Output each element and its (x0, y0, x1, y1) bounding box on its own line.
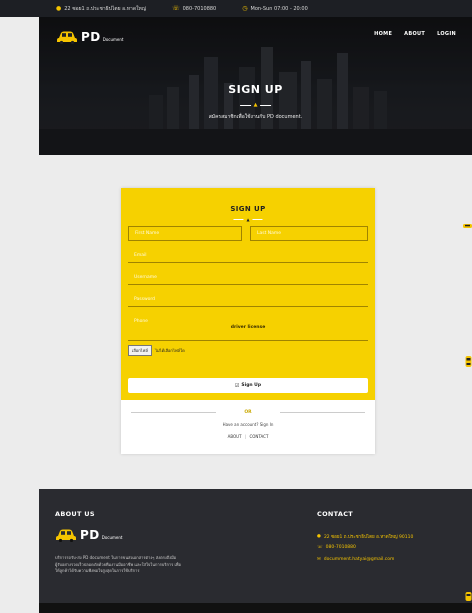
divider-line-left (233, 219, 244, 220)
taxi-car-icon (465, 592, 472, 601)
divider-line-right (252, 219, 263, 220)
divider-line-right (260, 104, 272, 106)
contact-phone[interactable]: ☏ 080-7010880 (317, 545, 356, 550)
hero-title: SIGN UP (228, 83, 283, 96)
site-footer: ABOUT US PD Document บริการรถรับ-ส่ง PD … (39, 489, 472, 613)
hero-subtitle: สมัครสมาชิกเพื่อใช้งานกับ PD document. (208, 114, 303, 120)
topbar-address-text: 22 ซอย1 ถ.ประชาธิปไตย อ.หาดใหญ่ (64, 5, 147, 12)
footer-logo: PD Document (55, 528, 123, 542)
contact-email-text: documment.hatyai@gmail.com (323, 557, 395, 562)
sign-up-button-label: Sign Up (241, 383, 262, 388)
file-status-text: ไม่ได้เลือกไฟล์ใด (154, 348, 185, 353)
signup-card: SIGN UP ▲ First Name Last Name Email Use… (121, 188, 375, 454)
topbar-address: ● 22 ซอย1 ถ.ประชาธิปไตย อ.หาดใหญ่ (56, 5, 146, 13)
about-us-heading: ABOUT US (55, 510, 95, 518)
password-input[interactable]: Password (128, 292, 368, 307)
contact-heading: CONTACT (317, 510, 353, 518)
or-label: OR (244, 410, 252, 415)
contact-address: ● 22 ซอย1 ถ.ประชาธิปไตย อ.หาดใหญ่ 90110 (317, 533, 413, 540)
email-input[interactable]: Email (128, 248, 368, 263)
sign-up-button[interactable]: ☑ Sign Up (128, 378, 368, 393)
phone-icon: ☏ (317, 545, 323, 550)
or-line-right (279, 412, 366, 413)
top-info-bar: ● 22 ซอย1 ถ.ประชาธิปไตย อ.หาดใหญ่ ☏ 080-… (0, 0, 472, 17)
header-logo[interactable]: PD Document (56, 30, 124, 44)
nav-about-link[interactable]: ABOUT (404, 31, 425, 37)
topbar-phone: ☏ 080-7010880 (172, 5, 216, 12)
footer-bottom-strip (39, 603, 472, 613)
phone-icon: ☏ (172, 5, 180, 12)
divider-line-left (239, 104, 251, 106)
about-us-text: บริการรถรับ-ส่ง PD document ในการขนส่งเอ… (55, 555, 181, 574)
last-name-input[interactable]: Last Name (250, 226, 368, 241)
form-title: SIGN UP (230, 205, 266, 213)
hero-banner: PD Document HOME ABOUT LOGIN SIGN UP ▲ ส… (39, 17, 472, 155)
topbar-hours: ◷ Mon-Sun 07:00 - 20:00 (242, 5, 308, 12)
driver-license-label: driver license (230, 325, 266, 330)
taxi-car-icon (57, 31, 77, 44)
checkbox-icon: ☑ (234, 382, 240, 389)
sign-in-link[interactable]: Have an account? Sign In (121, 422, 375, 427)
clock-icon: ◷ (242, 5, 248, 12)
username-input[interactable]: Username (128, 270, 368, 285)
form-divider: ▲ (233, 217, 263, 222)
signup-form: SIGN UP ▲ First Name Last Name Email Use… (121, 188, 375, 400)
brand-tagline: Document (101, 534, 123, 540)
main-nav: HOME ABOUT LOGIN (374, 31, 456, 37)
link-separator: | (244, 434, 247, 439)
license-divider (128, 340, 368, 341)
car-divider-icon: ▲ (246, 217, 250, 222)
brand-name: PD (80, 528, 100, 542)
location-pin-icon: ● (317, 534, 321, 539)
choose-file-button[interactable]: เลือกไฟล์ (128, 345, 152, 356)
contact-address-text: 22 ซอย1 ถ.ประชาธิปไตย อ.หาดใหญ่ 90110 (323, 535, 414, 540)
brand-name: PD (81, 30, 101, 44)
card-bottom-links: ABOUT | CONTACT (121, 434, 375, 439)
contact-link[interactable]: CONTACT (249, 434, 268, 439)
nav-login-link[interactable]: LOGIN (437, 31, 456, 37)
or-line-left (131, 412, 217, 413)
contact-email[interactable]: ✉ documment.hatyai@gmail.com (317, 557, 394, 562)
contact-phone-text: 080-7010880 (325, 545, 356, 550)
location-pin-icon: ● (56, 5, 62, 12)
topbar-hours-text: Mon-Sun 07:00 - 20:00 (250, 5, 308, 12)
about-link[interactable]: ABOUT (228, 434, 242, 439)
first-name-input[interactable]: First Name (128, 226, 242, 241)
or-separator: OR (131, 410, 366, 415)
hero-divider: ▲ (239, 102, 272, 108)
taxi-car-icon (465, 356, 472, 367)
topbar-phone-text: 080-7010880 (182, 5, 217, 12)
brand-tagline: Document (102, 36, 124, 42)
envelope-icon: ✉ (317, 557, 321, 562)
taxi-car-icon (463, 224, 472, 228)
license-file-picker: เลือกไฟล์ ไม่ได้เลือกไฟล์ใด (128, 345, 185, 356)
nav-home-link[interactable]: HOME (374, 31, 392, 37)
car-divider-icon: ▲ (253, 102, 258, 108)
taxi-car-icon (56, 529, 76, 542)
